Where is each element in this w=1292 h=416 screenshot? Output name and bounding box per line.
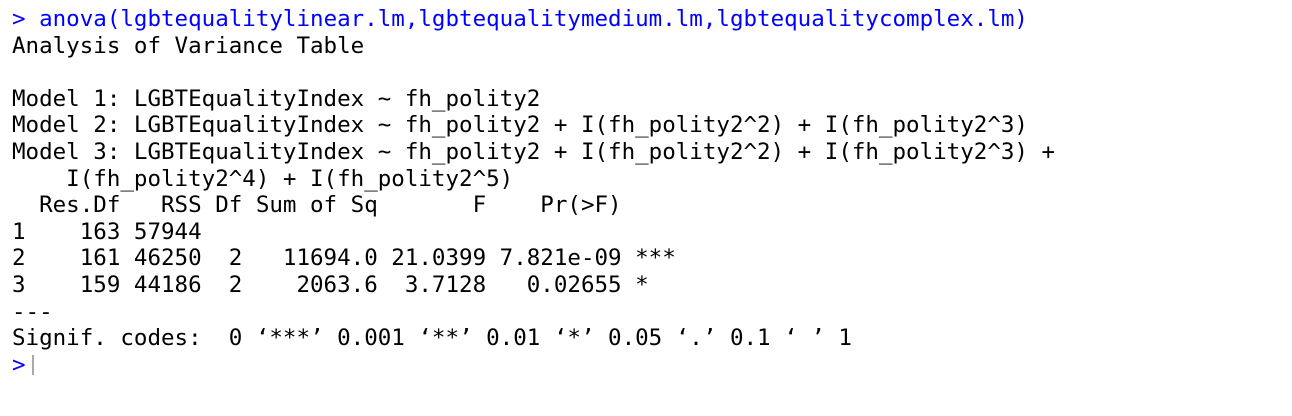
command-text: anova(lgbtequalitylinear.lm,lgbtequality…	[39, 6, 1028, 32]
command-line: > anova(lgbtequalitylinear.lm,lgbtequali…	[12, 6, 1284, 33]
text-cursor	[31, 355, 34, 376]
anova-table-row: 3 159 44186 2 2063.6 3.7128 0.02655 *	[12, 271, 649, 298]
separator-line: ---	[12, 298, 53, 325]
anova-table-header: Res.Df RSS Df Sum of Sq F Pr(>F)	[12, 192, 622, 219]
anova-table-row: 1 163 57944	[12, 218, 202, 245]
r-console[interactable]: > anova(lgbtequalitylinear.lm,lgbtequali…	[12, 6, 1284, 378]
anova-table-row: 2 161 46250 2 11694.0 21.0399 7.821e-09 …	[12, 245, 676, 272]
output-heading: Analysis of Variance Table	[12, 32, 365, 59]
next-prompt-symbol: >	[12, 351, 26, 378]
model-line: Model 2: LGBTEqualityIndex ~ fh_polity2 …	[12, 112, 1028, 139]
signif-codes-line: Signif. codes: 0 ‘***’ 0.001 ‘**’ 0.01 ‘…	[12, 325, 852, 352]
model-line: Model 3: LGBTEqualityIndex ~ fh_polity2 …	[12, 138, 1056, 165]
model-line: Model 1: LGBTEqualityIndex ~ fh_polity2	[12, 85, 541, 112]
input-line[interactable]: >	[12, 352, 1284, 379]
model-line-continuation: I(fh_polity2^4) + I(fh_polity2^5)	[12, 165, 514, 192]
prompt-symbol: >	[12, 6, 40, 32]
